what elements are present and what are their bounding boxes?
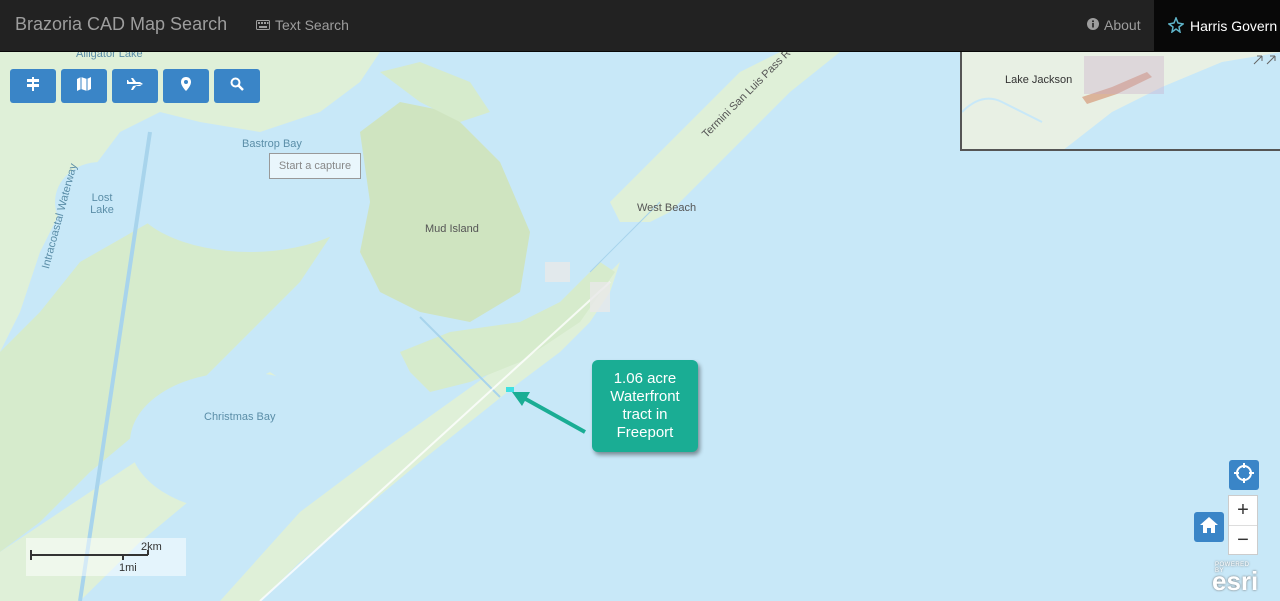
text-search-link[interactable]: Text Search [256,17,349,33]
crosshair-icon [1234,462,1254,488]
harris-govern-link[interactable]: Harris Govern [1154,0,1280,52]
aerial-button[interactable] [112,69,158,103]
property-callout: 1.06 acre Waterfront tract in Freeport [592,360,698,452]
navbar: Brazoria CAD Map Search Text Search Abou… [0,0,1280,52]
label-christmas-bay: Christmas Bay [204,411,276,423]
scale-km-label: 2km [141,541,162,553]
map-icon [76,76,92,97]
keyboard-icon [256,17,270,33]
callout-line-3: tract in [622,406,668,423]
label-west-beach: West Beach [637,202,697,214]
home-button[interactable] [1194,512,1224,542]
basemap-button[interactable] [61,69,107,103]
label-lost-lake: Lost Lake [90,192,114,216]
esri-logo-text: esri [1212,566,1259,596]
scale-bar-lines [30,550,149,560]
plane-icon [126,77,144,95]
search-button[interactable] [214,69,260,103]
capture-tooltip[interactable]: Start a capture [269,153,361,179]
harris-govern-label: Harris Govern [1190,18,1278,34]
road-sign-icon [25,76,41,97]
zoom-control: + − [1228,495,1258,555]
text-search-label: Text Search [275,17,349,33]
label-bastrop-bay: Bastrop Bay [242,138,302,150]
about-link[interactable]: About [1087,17,1141,33]
map-marker-icon [181,76,191,96]
map-toolbar [10,69,260,103]
label-alligator-lake: Alligator Lake [76,52,143,60]
label-mud-island: Mud Island [425,223,479,235]
info-icon [1087,17,1099,33]
callout-line-4: Freeport [616,424,674,441]
app-title[interactable]: Brazoria CAD Map Search [15,14,227,35]
zoom-out-button[interactable]: − [1229,526,1257,555]
expand-icon[interactable] [1252,52,1278,71]
search-icon [230,77,244,96]
overview-basemap [962,52,1280,149]
callout-line-1: 1.06 acre [613,370,677,387]
callout-line-2: Waterfront [610,388,680,405]
scale-mi-label: 1mi [119,562,137,574]
home-icon [1199,516,1219,539]
scale-bar: 2km 1mi [26,538,186,576]
zoom-in-button[interactable]: + [1229,496,1257,526]
road-sign-button[interactable] [10,69,56,103]
about-label: About [1104,17,1141,33]
overview-label-lake-jackson: Lake Jackson [1005,74,1073,86]
locate-button[interactable] [1229,460,1259,490]
overview-map[interactable]: Lake Jackson [960,52,1280,151]
harris-logo-icon [1167,15,1185,36]
marker-button[interactable] [163,69,209,103]
